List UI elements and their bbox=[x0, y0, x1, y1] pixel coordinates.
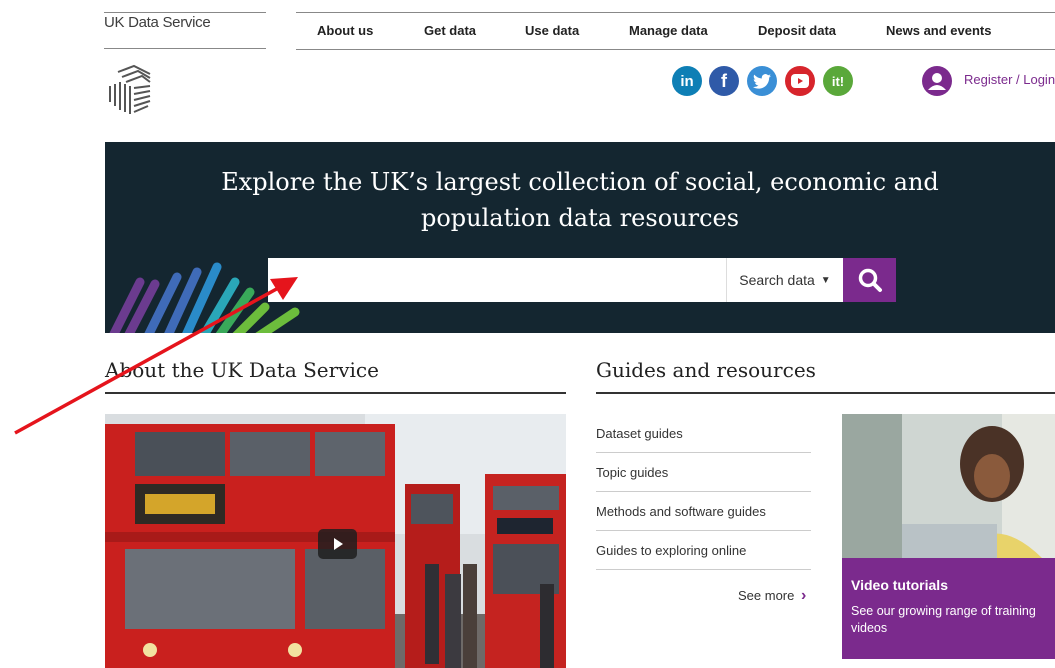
nav-get-data[interactable]: Get data bbox=[424, 23, 476, 38]
search-type-label: Search data bbox=[739, 272, 815, 288]
video-tutorials-description: See our growing range of training videos bbox=[851, 604, 1036, 635]
woman-laptop-illustration bbox=[842, 414, 1055, 558]
caret-down-icon: ▼ bbox=[820, 274, 831, 286]
search-type-select[interactable]: Search data ▼ bbox=[726, 258, 843, 302]
twitter-icon[interactable] bbox=[747, 66, 777, 96]
guide-separator bbox=[596, 530, 811, 531]
guide-separator bbox=[596, 491, 811, 492]
hero-title: Explore the UK’s largest collection of s… bbox=[221, 168, 939, 232]
search-icon bbox=[858, 268, 882, 292]
video-tutorials-title[interactable]: Video tutorials bbox=[851, 577, 948, 593]
nav-rule-bottom bbox=[296, 49, 1055, 50]
see-more-label: See more bbox=[738, 588, 795, 603]
play-icon bbox=[333, 538, 343, 550]
youtube-play-icon bbox=[791, 74, 809, 88]
brand-logo-icon[interactable] bbox=[104, 62, 156, 118]
play-video-button[interactable] bbox=[318, 529, 357, 559]
linkedin-icon[interactable]: in bbox=[672, 66, 702, 96]
guides-section-rule bbox=[596, 392, 1055, 394]
guides-section-title: Guides and resources bbox=[596, 358, 816, 382]
video-tutorials-image[interactable] bbox=[842, 414, 1055, 558]
search-button[interactable] bbox=[843, 258, 896, 302]
youtube-icon[interactable] bbox=[785, 66, 815, 96]
nav-about-us[interactable]: About us bbox=[317, 23, 373, 38]
guide-exploring-online[interactable]: Guides to exploring online bbox=[596, 543, 811, 558]
guide-separator bbox=[596, 452, 811, 453]
register-login-link[interactable]: Register / Login bbox=[964, 72, 1055, 87]
nav-manage-data[interactable]: Manage data bbox=[629, 23, 708, 38]
see-more-link[interactable]: See more › bbox=[738, 587, 806, 605]
it-icon[interactable]: it! bbox=[823, 66, 853, 96]
facebook-icon[interactable]: f bbox=[709, 66, 739, 96]
nav-news-and-events[interactable]: News and events bbox=[886, 23, 992, 38]
nav-use-data[interactable]: Use data bbox=[525, 23, 579, 38]
about-section-title: About the UK Data Service bbox=[105, 358, 379, 382]
about-section-rule bbox=[105, 392, 566, 394]
guide-methods-software[interactable]: Methods and software guides bbox=[596, 504, 811, 519]
chevron-right-icon: › bbox=[801, 587, 807, 604]
nav-deposit-data[interactable]: Deposit data bbox=[758, 23, 836, 38]
main-nav: About us Get data Use data Manage data D… bbox=[0, 13, 1055, 49]
user-avatar-icon[interactable] bbox=[922, 66, 952, 96]
search-input[interactable] bbox=[268, 258, 726, 302]
twitter-bird-icon bbox=[753, 73, 771, 89]
guide-separator bbox=[596, 569, 811, 570]
guide-dataset-guides[interactable]: Dataset guides bbox=[596, 426, 811, 441]
guide-topic-guides[interactable]: Topic guides bbox=[596, 465, 811, 480]
